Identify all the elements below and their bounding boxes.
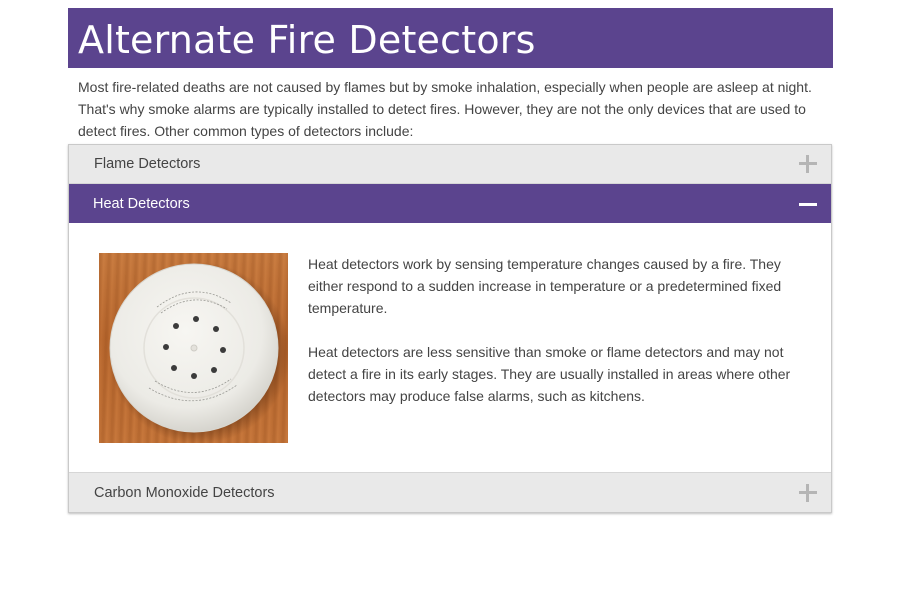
title-bar: Alternate Fire Detectors (68, 8, 833, 68)
heat-detector-photo (108, 262, 288, 443)
paragraph: Heat detectors are less sensitive than s… (308, 344, 791, 404)
accordion-header-flame-detectors[interactable]: Flame Detectors (69, 145, 831, 184)
heat-detector-image (99, 253, 288, 443)
accordion-label: Heat Detectors (93, 195, 190, 212)
page-title: Alternate Fire Detectors (78, 18, 536, 62)
accordion-panel-heat-detectors: Heat detectors work by sensing temperatu… (69, 223, 831, 473)
plus-icon[interactable] (799, 155, 817, 173)
accordion-header-heat-detectors[interactable]: Heat Detectors (69, 184, 831, 223)
page-container: Alternate Fire Detectors Most fire-relat… (68, 8, 833, 513)
accordion-label: Flame Detectors (94, 156, 201, 172)
accordion-header-carbon-monoxide-detectors[interactable]: Carbon Monoxide Detectors (69, 473, 831, 512)
plus-icon[interactable] (799, 483, 817, 502)
accordion-panel-text: Heat detectors work by sensing temperatu… (308, 253, 798, 472)
minus-icon[interactable] (799, 195, 817, 213)
accordion: Flame Detectors Heat Detectors Heat dete… (68, 144, 832, 513)
intro-text: Most fire-related deaths are not caused … (78, 79, 812, 139)
paragraph: Heat detectors work by sensing temperatu… (308, 256, 782, 316)
accordion-label: Carbon Monoxide Detectors (94, 484, 275, 501)
